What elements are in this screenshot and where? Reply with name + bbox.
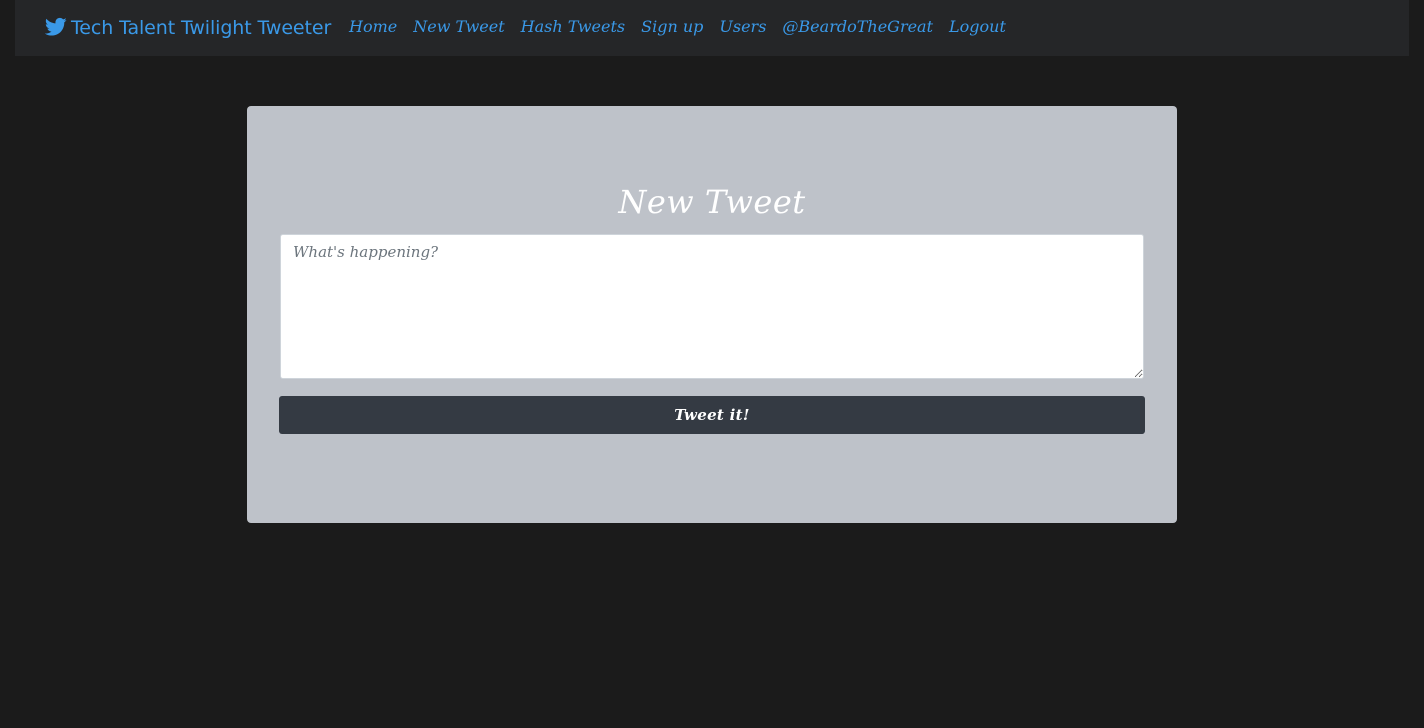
brand-label: Tech Talent Twilight Tweeter (71, 17, 332, 39)
nav-link-new-tweet[interactable]: New Tweet (405, 17, 512, 36)
navbar: Tech Talent Twilight Tweeter Home New Tw… (15, 0, 1409, 56)
brand-link[interactable]: Tech Talent Twilight Tweeter (45, 0, 331, 56)
nav-link-profile[interactable]: @BeardoTheGreat (774, 17, 941, 36)
tweet-input[interactable] (280, 234, 1144, 379)
page-title: New Tweet (618, 183, 806, 221)
nav-link-hash-tweets[interactable]: Hash Tweets (513, 17, 633, 36)
nav-links: Home New Tweet Hash Tweets Sign up Users… (341, 0, 1014, 56)
tweet-it-button[interactable]: Tweet it! (279, 396, 1145, 434)
twitter-bird-icon (45, 17, 67, 37)
nav-link-sign-up[interactable]: Sign up (633, 17, 711, 36)
nav-link-logout[interactable]: Logout (941, 17, 1014, 36)
nav-link-users[interactable]: Users (711, 17, 774, 36)
nav-link-home[interactable]: Home (341, 17, 405, 36)
